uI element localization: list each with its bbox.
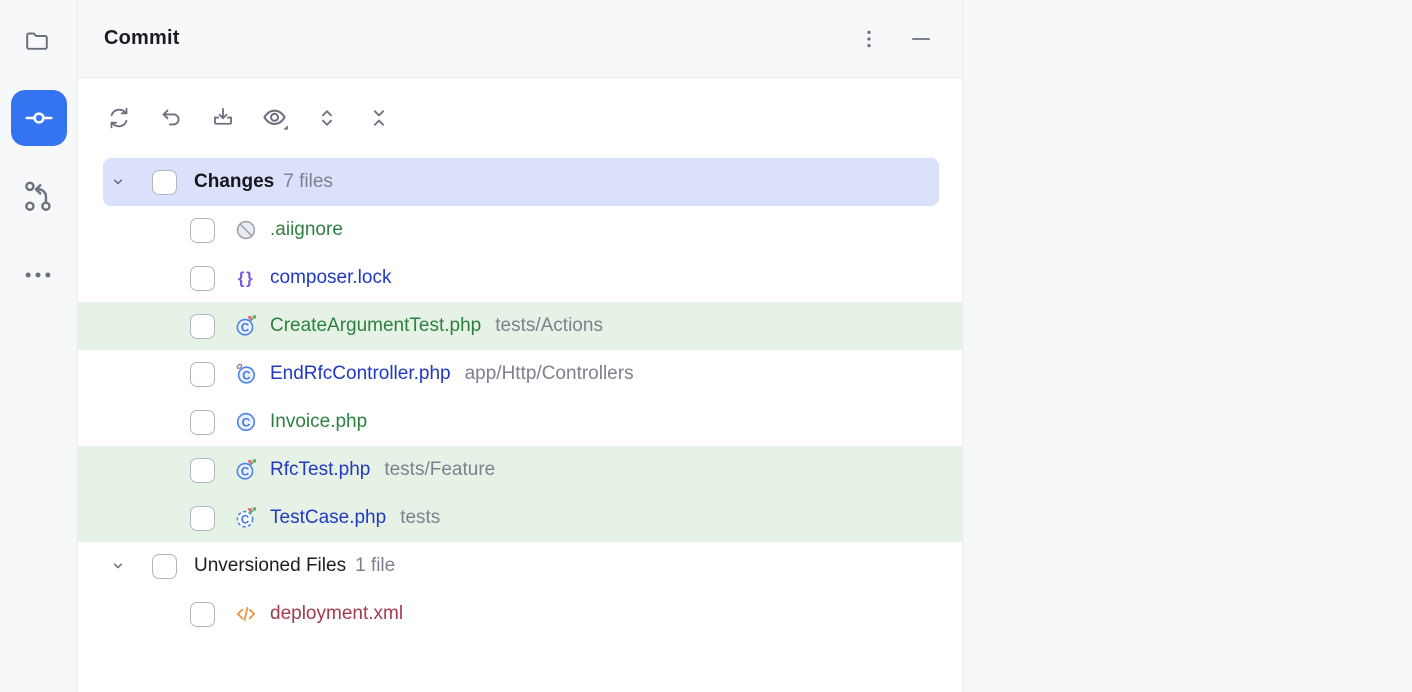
refresh-icon bbox=[106, 105, 132, 131]
php-test-class-icon: C bbox=[234, 458, 258, 482]
file-name: RfcTest.php bbox=[270, 459, 370, 481]
kebab-menu-icon bbox=[858, 28, 880, 50]
xml-file-icon bbox=[234, 602, 258, 626]
expand-all-icon bbox=[314, 105, 340, 131]
commit-toolbar bbox=[78, 78, 962, 158]
file-path: tests/Feature bbox=[384, 459, 495, 481]
view-options-button[interactable] bbox=[261, 104, 289, 132]
commit-icon bbox=[23, 102, 55, 134]
shelve-icon bbox=[210, 105, 236, 131]
ide-window: Commit bbox=[0, 0, 1412, 692]
git-branches-icon bbox=[21, 177, 55, 215]
refresh-button[interactable] bbox=[105, 104, 133, 132]
more-horizontal-icon bbox=[22, 263, 54, 287]
ignored-file-icon bbox=[234, 218, 258, 242]
file-row[interactable]: .aiignore bbox=[78, 206, 962, 254]
file-row[interactable]: C CreateArgumentTest.php tests/Actions bbox=[78, 302, 962, 350]
svg-text:C: C bbox=[242, 371, 250, 383]
file-name: composer.lock bbox=[270, 267, 391, 289]
tool-window-stripe bbox=[0, 0, 78, 692]
file-row[interactable]: C EndRfcController.php app/Http/Controll… bbox=[78, 350, 962, 398]
chevron-down-icon[interactable] bbox=[106, 554, 130, 578]
svg-text:C: C bbox=[242, 416, 251, 430]
svg-text:C: C bbox=[241, 323, 249, 335]
group-count: 1 file bbox=[355, 555, 395, 577]
php-test-class-icon: C bbox=[234, 314, 258, 338]
file-row[interactable]: C RfcTest.php tests/Feature bbox=[78, 446, 962, 494]
file-checkbox[interactable] bbox=[190, 314, 215, 339]
rollback-button[interactable] bbox=[157, 104, 185, 132]
file-name: EndRfcController.php bbox=[270, 363, 451, 385]
file-row[interactable]: C Invoice.php bbox=[78, 398, 962, 446]
changes-tree: Changes 7 files .aiignore bbox=[78, 158, 962, 692]
file-name: CreateArgumentTest.php bbox=[270, 315, 481, 337]
collapse-all-icon bbox=[366, 105, 392, 131]
file-name: TestCase.php bbox=[270, 507, 386, 529]
svg-text:C: C bbox=[241, 467, 249, 479]
file-checkbox[interactable] bbox=[190, 410, 215, 435]
eye-dropdown-icon bbox=[261, 104, 289, 132]
file-checkbox[interactable] bbox=[190, 458, 215, 483]
file-path: tests/Actions bbox=[495, 315, 603, 337]
svg-text:{}: {} bbox=[238, 269, 254, 288]
file-name: deployment.xml bbox=[270, 603, 403, 625]
file-name: .aiignore bbox=[270, 219, 343, 241]
group-label: Changes bbox=[194, 171, 274, 193]
file-row[interactable]: C TestCase.php tests bbox=[78, 494, 962, 542]
changelist-row-changes[interactable]: Changes 7 files bbox=[103, 158, 939, 206]
background-area bbox=[963, 0, 1412, 692]
commit-tool-button-active[interactable] bbox=[11, 90, 67, 146]
commit-tool-window: Commit bbox=[78, 0, 963, 692]
file-row[interactable]: deployment.xml bbox=[78, 590, 962, 638]
chevron-down-icon[interactable] bbox=[106, 170, 130, 194]
version-control-tool-button[interactable] bbox=[20, 176, 56, 216]
file-checkbox[interactable] bbox=[190, 218, 215, 243]
hide-panel-button[interactable] bbox=[908, 26, 934, 52]
group-label: Unversioned Files bbox=[194, 555, 346, 577]
changes-checkbox[interactable] bbox=[152, 170, 177, 195]
changelist-row-unversioned[interactable]: Unversioned Files 1 file bbox=[103, 542, 939, 590]
file-checkbox[interactable] bbox=[190, 506, 215, 531]
project-tool-button[interactable] bbox=[20, 24, 54, 58]
more-tools-button[interactable] bbox=[20, 260, 56, 290]
json-file-icon: {} bbox=[234, 266, 258, 290]
panel-title: Commit bbox=[104, 27, 180, 50]
file-row[interactable]: {} composer.lock bbox=[78, 254, 962, 302]
file-checkbox[interactable] bbox=[190, 266, 215, 291]
shelve-silently-button[interactable] bbox=[209, 104, 237, 132]
php-class-icon: C bbox=[234, 410, 258, 434]
unversioned-checkbox[interactable] bbox=[152, 554, 177, 579]
undo-icon bbox=[158, 105, 184, 131]
file-name: Invoice.php bbox=[270, 411, 367, 433]
collapse-all-button[interactable] bbox=[365, 104, 393, 132]
minimize-icon bbox=[909, 27, 933, 51]
expand-all-button[interactable] bbox=[313, 104, 341, 132]
folder-icon bbox=[23, 27, 51, 55]
file-path: tests bbox=[400, 507, 440, 529]
commit-panel-header: Commit bbox=[78, 0, 962, 78]
panel-options-button[interactable] bbox=[856, 26, 882, 52]
file-checkbox[interactable] bbox=[190, 362, 215, 387]
file-checkbox[interactable] bbox=[190, 602, 215, 627]
php-abstract-test-icon: C bbox=[234, 506, 258, 530]
php-class-hooked-icon: C bbox=[234, 362, 258, 386]
file-path: app/Http/Controllers bbox=[465, 363, 634, 385]
group-count: 7 files bbox=[283, 171, 333, 193]
svg-text:C: C bbox=[241, 515, 249, 527]
